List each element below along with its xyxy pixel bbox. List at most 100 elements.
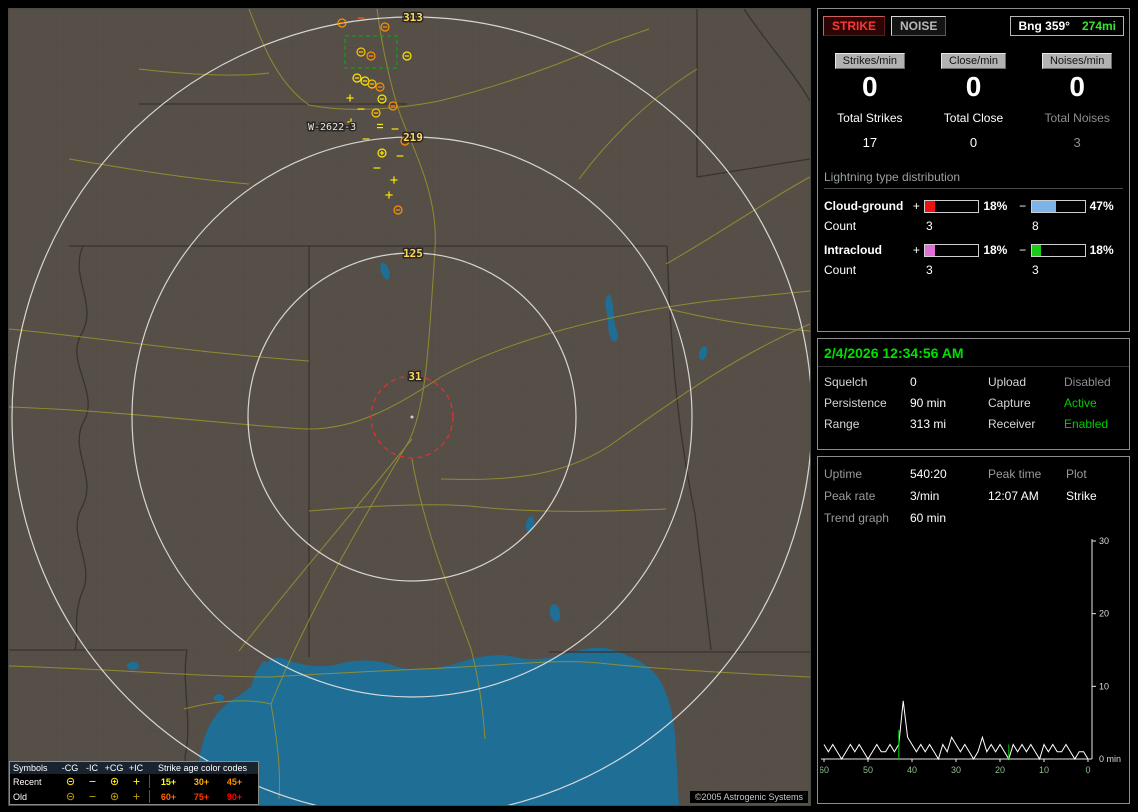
age-code: 30+ [193,776,210,787]
strikes-per-min-value: 0 [862,71,878,102]
cloud-ground-count-row: Count 3 8 [818,219,1129,233]
legend-row-name: Old [13,791,28,802]
ic-count-label: Count [824,263,857,277]
svg-text:20: 20 [995,765,1005,775]
totals-row: Total Strikes 17 Total Close 0 Total Noi… [818,111,1129,150]
total-close-value: 0 [969,135,978,150]
bearing-value: Bng 359° [1018,19,1070,33]
squelch-label: Squelch [824,375,868,389]
cg-count-label: Count [824,219,857,233]
svg-text:30: 30 [1099,536,1109,546]
cg-plus-bar [924,199,980,213]
age-code: 15+ [160,776,177,787]
svg-text:10: 10 [1099,681,1109,691]
receiver-status: Enabled [1064,417,1109,431]
peak-rate-value: 3/min [910,489,940,503]
total-strikes-value: 17 [862,135,878,150]
peak-time-label: Peak time [988,467,1042,481]
range-ring-label: 219 [403,131,423,144]
rate-boxes: Strikes/min 0 Close/min 0 Noises/min 0 [818,51,1129,103]
trend-graph-label: Trend graph [824,511,889,525]
legend-divider [149,790,150,803]
capture-label: Capture [988,396,1031,410]
strikes-per-min-button[interactable]: Strikes/min [834,53,906,69]
capture-status: Active [1064,396,1097,410]
intracloud-label: Intracloud [824,243,883,257]
trend-chart: 30 20 10 0 min 60 50 40 30 20 10 0 [820,536,1121,775]
upload-label: Upload [988,375,1027,389]
legend-symbols-title: Symbols [13,763,48,773]
range-ring-label: 313 [403,11,423,24]
minus-icon [81,777,103,786]
map-legend: Symbols -CG -IC +CG +IC Strike age color… [9,761,259,805]
noises-per-min-value: 0 [1069,71,1085,102]
peak-time-value: 12:07 AM [988,489,1039,503]
lightning-map[interactable]: 313 219 125 31 W-2622-3 Symbols -CG -IC +CG … [8,8,811,806]
svg-text:0: 0 [1085,765,1090,775]
svg-text:60: 60 [820,765,829,775]
peak-rate-label: Peak rate [824,489,876,503]
svg-text:50: 50 [863,765,873,775]
total-noises-value: 3 [1073,135,1081,150]
circ-minus-icon [59,792,81,801]
noise-button[interactable]: NOISE [891,16,947,36]
cloud-ground-row: Cloud-ground + 18% − 47% [818,199,1129,213]
legend-col-pos-cg: +CG [104,763,124,773]
age-code: 90+ [226,791,243,802]
persistence-label: Persistence [824,396,887,410]
total-strikes-label: Total Strikes [837,111,903,125]
cg-plus-count: 3 [926,219,933,233]
trend-panel: Uptime 540:20 Peak time Plot Peak rate 3… [817,456,1130,804]
minus-icon [81,792,103,801]
legend-header: Symbols -CG -IC +CG +IC Strike age color… [10,762,258,774]
plus-sign: + [912,243,920,257]
map-canvas: 313 219 125 31 W-2622-3 [9,9,810,805]
cg-plus-percent: 18% [983,199,1008,213]
range-ring-label: 125 [403,247,423,260]
storm-cell-label: W-2622-3 [308,122,356,133]
minus-sign: − [1019,199,1027,213]
trend-graph-value: 60 min [910,511,947,525]
receiver-location-marker [410,415,414,419]
ic-minus-percent: 18% [1089,243,1114,257]
legend-divider [149,775,150,788]
circ-plus-icon [103,792,125,801]
svg-text:10: 10 [1039,765,1049,775]
range-setting-value: 313 mi [910,417,947,431]
legend-row: Recent 15+ 30+ 45+ [10,774,258,789]
plus-icon [125,777,147,786]
legend-rows: Recent 15+ 30+ 45+ Old 60+ 75+ 90+ [10,774,258,804]
status-grid: Squelch 0 Upload Disabled Persistence 90… [818,367,1129,431]
legend-col-neg-ic: -IC [86,763,98,773]
noises-per-min-button[interactable]: Noises/min [1041,53,1113,69]
strike-button[interactable]: STRIKE [823,16,886,36]
upload-status: Disabled [1064,375,1111,389]
cg-minus-count: 8 [1032,219,1039,233]
legend-row: Old 60+ 75+ 90+ [10,789,258,804]
bearing-range-display: Bng 359° 274mi [1010,16,1124,36]
close-per-min-button[interactable]: Close/min [941,53,1006,69]
minus-sign: − [1019,243,1027,257]
plot-label: Plot [1066,467,1087,481]
legend-col-pos-ic: +IC [128,763,144,773]
plus-icon [125,792,147,801]
uptime-value: 540:20 [910,467,947,481]
persistence-value: 90 min [910,396,947,410]
cursor-range-value: 274mi [1081,19,1116,33]
ic-plus-percent: 18% [983,243,1008,257]
status-panel: 2/4/2026 12:34:56 AM Squelch 0 Upload Di… [817,338,1130,450]
ic-plus-bar [924,243,980,257]
close-per-min-value: 0 [965,71,982,102]
total-noises-label: Total Noises [1044,111,1110,125]
distribution-title: Lightning type distribution [824,170,1123,189]
legend-age-title: Strike age color codes [157,763,248,773]
range-setting-label: Range [824,417,860,431]
ic-minus-count: 3 [1032,263,1039,277]
legend-row-name: Recent [13,776,42,787]
receiver-label: Receiver [988,417,1036,431]
cg-minus-bar [1030,199,1086,213]
cloud-ground-label: Cloud-ground [824,199,904,213]
plot-value: Strike [1066,489,1097,503]
sidebar: STRIKE NOISE Bng 359° 274mi Strikes/min … [817,8,1130,804]
ic-minus-bar [1030,243,1086,257]
